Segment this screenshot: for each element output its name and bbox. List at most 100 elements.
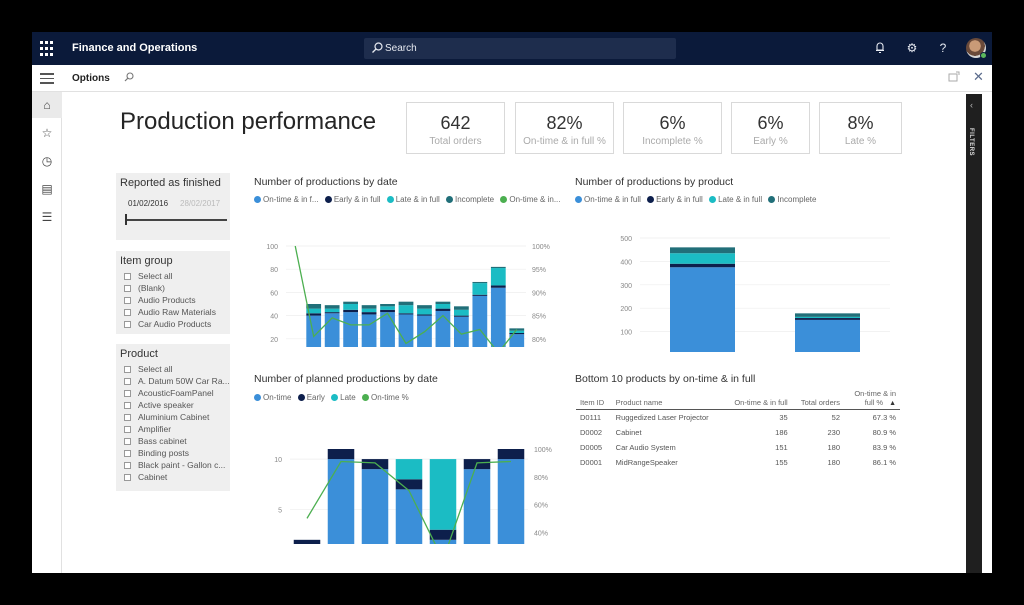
column-header-on-time[interactable]: On-time & in full	[723, 387, 792, 410]
checkbox[interactable]	[124, 402, 131, 409]
bar-segment-late-in-full	[670, 253, 735, 264]
page-title: Production performance	[120, 108, 377, 135]
kpi-value: 6%	[659, 113, 686, 133]
search-icon[interactable]	[123, 71, 135, 86]
checkbox[interactable]	[124, 462, 131, 469]
presence-status-icon	[980, 52, 987, 59]
close-icon[interactable]: ✕	[973, 69, 984, 85]
bar-segment-early	[327, 449, 355, 460]
modules-icon[interactable]: ☰	[32, 204, 62, 230]
open-in-new-window-icon[interactable]	[948, 71, 960, 86]
slicer-item[interactable]: Black paint - Gallon c...	[124, 460, 225, 470]
slicer-item[interactable]: Select all	[124, 364, 173, 374]
bar-segment-early-in-full	[417, 314, 432, 316]
kpi-late[interactable]: 8% Late %	[819, 102, 902, 154]
checkbox[interactable]	[124, 438, 131, 445]
legend-item[interactable]: On-time %	[361, 393, 409, 402]
kpi-early[interactable]: 6% Early %	[731, 102, 810, 154]
slicer-item[interactable]: (Blank)	[124, 283, 165, 293]
checkbox[interactable]	[124, 285, 131, 292]
kpi-value: 8%	[847, 113, 874, 133]
slicer-item[interactable]: Binding posts	[124, 448, 189, 458]
slicer-item[interactable]: Cabinet	[124, 472, 167, 482]
waffle-icon[interactable]	[40, 41, 56, 57]
legend-planned: On-time Early Late On-time %	[254, 393, 413, 402]
global-search-input[interactable]: Search	[364, 38, 676, 59]
home-icon[interactable]: ⌂	[32, 92, 62, 118]
checkbox[interactable]	[124, 414, 131, 421]
legend-item[interactable]: Late	[331, 393, 356, 402]
table-row[interactable]: D0111 Ruggedized Laser Projector 35 52 67.3 …	[576, 410, 900, 426]
legend-item[interactable]: Early & in full	[647, 195, 703, 204]
legend-item[interactable]: Early & in full	[324, 195, 381, 204]
slider-handle[interactable]	[125, 214, 127, 225]
slicer-item[interactable]: Audio Products	[124, 295, 196, 305]
kpi-on-time-in-full[interactable]: 82% On-time & in full %	[515, 102, 614, 154]
slicer-item[interactable]: AcousticFoamPanel	[124, 388, 214, 398]
date-range-slider[interactable]	[125, 219, 227, 221]
bar-segment-early	[497, 449, 525, 460]
slicer-item[interactable]: A. Datum 50W Car Ra...	[124, 376, 230, 386]
slicer-item[interactable]: Select all	[124, 271, 173, 281]
checkbox[interactable]	[124, 321, 131, 328]
checkbox[interactable]	[124, 450, 131, 457]
legend-item[interactable]: Late & in full	[386, 195, 440, 204]
help-icon[interactable]: ?	[935, 40, 951, 56]
checkbox[interactable]	[124, 390, 131, 397]
avatar[interactable]	[966, 38, 987, 59]
table-row[interactable]: D0002 Cabinet 186 230 80.9 %	[576, 425, 900, 440]
slicer-item[interactable]: Audio Raw Materials	[124, 307, 216, 317]
legend-item[interactable]: Late & in full	[709, 195, 762, 204]
chart-productions-by-product[interactable]: 0100200300400500Audio ProductsCar Audio …	[570, 207, 900, 352]
checkbox[interactable]	[124, 309, 131, 316]
slicer-item[interactable]: Car Audio Products	[124, 319, 211, 329]
legend-item[interactable]: On-time	[254, 393, 291, 402]
chart-productions-by-date[interactable]: 020406080100Apr 2016Jul 2016Oct 2016Jan …	[250, 207, 560, 347]
favorites-icon[interactable]: ☆	[32, 120, 62, 146]
checkbox[interactable]	[124, 474, 131, 481]
slicer-item[interactable]: Aluminium Cabinet	[124, 412, 209, 422]
slicer-item[interactable]: Active speaker	[124, 400, 194, 410]
legend-item[interactable]: Incomplete	[768, 195, 816, 204]
bell-icon[interactable]	[872, 40, 888, 56]
cell-item-id: D0001	[580, 458, 603, 467]
app-title[interactable]: Finance and Operations	[72, 42, 197, 54]
legend-item[interactable]: Incomplete	[446, 195, 494, 204]
checkbox[interactable]	[124, 378, 131, 385]
legend-item[interactable]: On-time & in f...	[254, 195, 319, 204]
recent-icon[interactable]: ◷	[32, 148, 62, 174]
legend-item[interactable]: On-time & in...	[500, 195, 561, 204]
bar-segment-early-in-full	[380, 309, 395, 313]
table-row[interactable]: D0005 Car Audio System 151 180 83.9 %	[576, 440, 900, 455]
column-header-item-id[interactable]: Item ID	[576, 387, 612, 410]
table-row[interactable]: D0001 MidRangeSpeaker 155 180 86.1 %	[576, 455, 900, 470]
checkbox[interactable]	[124, 273, 131, 280]
hamburger-icon[interactable]	[40, 73, 54, 84]
checkbox[interactable]	[124, 297, 131, 304]
bottom-products-table: Item ID Product name On-time & in full T…	[576, 387, 900, 470]
chart-planned-productions[interactable]: 0510Mar 2017May 2017Jul 201720%40%60%80%…	[250, 404, 560, 544]
column-header-product-name[interactable]: Product name	[611, 387, 724, 410]
y-tick-label: 20	[270, 337, 278, 344]
kpi-total-orders[interactable]: 642 Total orders	[406, 102, 505, 154]
date-to-input[interactable]: 28/02/2017	[180, 199, 220, 208]
checkbox[interactable]	[124, 366, 131, 373]
slicer-item[interactable]: Bass cabinet	[124, 436, 187, 446]
column-header-on-time-pct[interactable]: On-time & in full % ▲	[844, 387, 900, 410]
chevron-left-icon[interactable]: ‹	[970, 100, 973, 110]
date-from-input[interactable]: 01/02/2016	[128, 199, 168, 208]
legend-item[interactable]: Early	[297, 393, 325, 402]
slicer-item[interactable]: Amplifier	[124, 424, 171, 434]
filters-pane[interactable]: ‹ FILTERS	[966, 94, 982, 573]
gear-icon[interactable]: ⚙	[904, 40, 920, 56]
sort-ascending-icon[interactable]: ▲	[889, 400, 896, 407]
y-tick-label: 400	[620, 259, 632, 266]
checkbox[interactable]	[124, 426, 131, 433]
options-tab[interactable]: Options	[72, 73, 110, 84]
column-header-total-orders[interactable]: Total orders	[791, 387, 844, 410]
workspaces-icon[interactable]: ▤	[32, 176, 62, 202]
y-tick-label: 80	[270, 267, 278, 274]
legend-item[interactable]: On-time & in full	[575, 195, 641, 204]
bar-segment-incomplete	[343, 301, 358, 304]
kpi-incomplete[interactable]: 6% Incomplete %	[623, 102, 722, 154]
